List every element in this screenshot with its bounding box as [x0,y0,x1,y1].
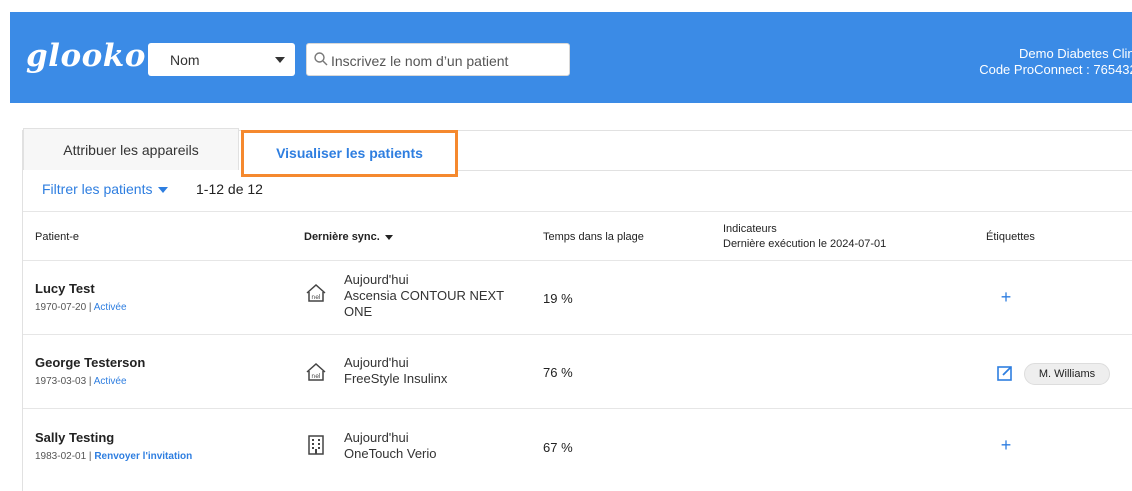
top-strip [0,0,1132,12]
filter-label: Filtrer les patients [42,181,153,197]
pagination-count: 1-12 de 12 [196,181,263,197]
sync-device: OneTouch Verio [344,446,437,461]
proconnect-code: Code ProConnect : 7654321 [979,62,1132,77]
patient-name[interactable]: Lucy Test [35,281,95,296]
col-indicators: Indicateurs [723,223,777,235]
patient-name[interactable]: George Testerson [35,355,145,370]
add-tag-button[interactable]: + [999,287,1013,308]
chevron-down-icon [275,57,285,63]
home-icon: nel [306,283,326,302]
sync-when: Aujourd'hui [344,272,409,287]
patient-search-box[interactable] [306,43,570,76]
tag-badge[interactable]: M. Williams [1024,363,1110,385]
last-sync-info: Aujourd'hui FreeStyle Insulinx [344,355,447,387]
time-in-range-value: 19 % [543,291,573,306]
patient-name[interactable]: Sally Testing [35,430,114,445]
glooko-logo[interactable]: glooko [26,38,146,74]
home-icon: nel [306,362,326,381]
sync-device: Ascensia CONTOUR NEXT ONE [344,288,504,319]
col-time-in-range: Temps dans la plage [543,231,644,243]
time-in-range-value: 67 % [543,440,573,455]
app-header: glooko Nom Demo Diabetes Clinic Code Pro… [10,12,1132,103]
search-type-value: Nom [170,52,200,68]
divider [23,260,1132,261]
divider [23,211,1132,212]
clinic-building-icon [308,435,324,455]
col-tags: Étiquettes [986,231,1035,243]
col-patient: Patient-e [35,231,80,243]
patient-status-link[interactable]: Activée [94,376,127,387]
divider [23,408,1132,409]
divider [23,334,1132,335]
svg-text:nel: nel [311,373,320,380]
svg-text:nel: nel [311,294,320,301]
col-indicators-sub: Dernière exécution le 2024-07-01 [723,238,887,250]
sync-device: FreeStyle Insulinx [344,371,448,386]
tab-divider [458,170,1132,171]
add-tag-button[interactable]: + [999,435,1013,456]
patient-meta: 1973-03-03 | Activée [35,376,127,387]
patient-search-input[interactable] [329,50,569,72]
col-last-sync[interactable]: Dernière sync. [304,231,393,243]
patient-dob: 1970-07-20 [35,302,87,313]
clinic-info: Demo Diabetes Clinic Code ProConnect : 7… [979,46,1132,78]
sync-when: Aujourd'hui [344,430,409,445]
patients-panel [22,130,1132,491]
resend-invitation-link[interactable]: Renvoyer l'invitation [94,451,192,462]
tab-assign-devices[interactable]: Attribuer les appareils [23,128,239,170]
filter-patients-dropdown[interactable]: Filtrer les patients [42,181,169,197]
clinic-name: Demo Diabetes Clinic [1019,46,1132,61]
search-icon [314,52,328,66]
last-sync-info: Aujourd'hui OneTouch Verio [344,430,437,462]
patient-dob: 1973-03-03 [35,376,87,387]
patient-dob: 1983-02-01 [35,451,87,462]
sync-when: Aujourd'hui [344,355,409,370]
patient-status-link[interactable]: Activée [94,302,127,313]
tab-view-patients[interactable]: Visualiser les patients [241,130,458,177]
last-sync-info: Aujourd'hui Ascensia CONTOUR NEXT ONE [344,272,514,320]
edit-icon[interactable] [996,364,1014,382]
search-type-select[interactable]: Nom [148,43,295,76]
time-in-range-value: 76 % [543,365,573,380]
sort-desc-icon [384,234,393,240]
patient-meta: 1970-07-20 | Activée [35,302,127,313]
caret-down-icon [158,187,169,194]
patient-meta: 1983-02-01 | Renvoyer l'invitation [35,451,193,462]
col-last-sync-label: Dernière sync. [304,231,380,243]
